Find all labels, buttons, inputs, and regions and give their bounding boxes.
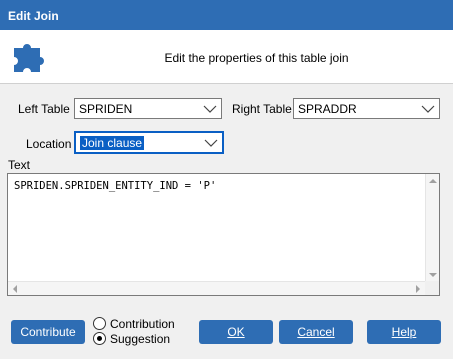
vertical-scrollbar[interactable]	[425, 174, 439, 282]
join-text-value: SPRIDEN.SPRIDEN_ENTITY_IND = 'P'	[14, 180, 217, 192]
help-button[interactable]: Help	[367, 320, 441, 344]
horizontal-scrollbar[interactable]	[8, 281, 425, 295]
radio-circle	[93, 317, 106, 330]
location-label: Location	[26, 137, 72, 151]
radio-dot	[97, 336, 102, 341]
chevron-down-icon	[421, 105, 435, 113]
scroll-down-icon[interactable]	[429, 271, 437, 279]
help-button-label: Help	[391, 325, 417, 339]
dialog-description: Edit the properties of this table join	[164, 51, 349, 65]
ok-button-label: OK	[227, 325, 245, 339]
scroll-left-icon[interactable]	[11, 285, 19, 293]
right-table-select[interactable]: SPRADDR	[293, 98, 440, 119]
join-text-area[interactable]: SPRIDEN.SPRIDEN_ENTITY_IND = 'P'	[7, 173, 440, 296]
radio-suggestion[interactable]: Suggestion	[93, 331, 173, 347]
cancel-button-label: Cancel	[297, 325, 335, 339]
right-table-label: Right Table	[232, 102, 292, 116]
cancel-button[interactable]: Cancel	[279, 320, 353, 344]
left-table-select[interactable]: SPRIDEN	[74, 98, 222, 119]
right-table-value: SPRADDR	[298, 102, 357, 116]
window-title: Edit Join	[0, 0, 453, 30]
radio-contribution[interactable]: Contribution	[93, 316, 175, 332]
chevron-down-icon	[204, 139, 218, 147]
left-table-label: Left Table	[18, 102, 70, 116]
location-select[interactable]: Join clause	[74, 131, 224, 154]
dialog-header: Edit the properties of this table join	[0, 30, 453, 84]
scrollbar-corner	[425, 281, 439, 295]
puzzle-piece-icon	[14, 44, 44, 72]
text-label: Text	[8, 158, 31, 172]
scroll-right-icon[interactable]	[414, 285, 422, 293]
scroll-up-icon[interactable]	[429, 177, 437, 185]
contribute-button[interactable]: Contribute	[11, 320, 85, 344]
left-table-value: SPRIDEN	[79, 102, 133, 116]
radio-contribution-label: Contribution	[110, 317, 175, 331]
ok-button[interactable]: OK	[199, 320, 273, 344]
chevron-down-icon	[203, 105, 217, 113]
radio-suggestion-label: Suggestion	[110, 332, 171, 346]
radio-circle-selected	[93, 332, 106, 345]
location-value: Join clause	[80, 136, 145, 150]
